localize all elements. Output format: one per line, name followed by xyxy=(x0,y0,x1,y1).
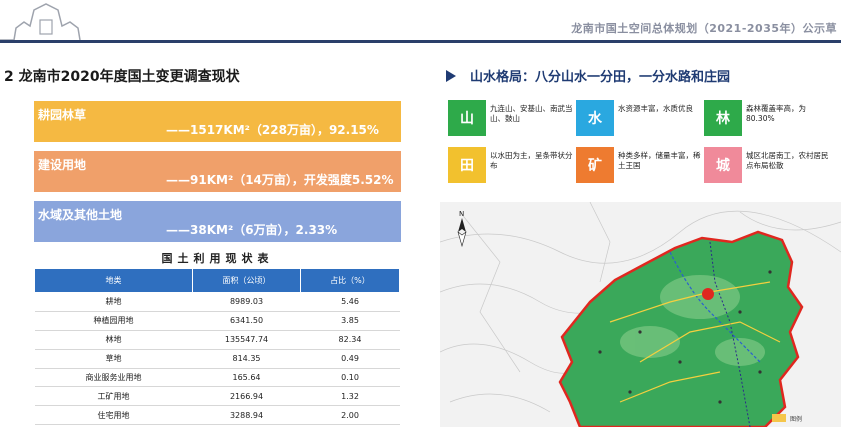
summary-band-agri: 耕园林草 ——1517KM²（228万亩），92.15% xyxy=(34,101,401,142)
city-center-marker[interactable] xyxy=(702,288,714,300)
band-label: 建设用地 xyxy=(38,158,87,172)
map-legend-text: 图例 xyxy=(790,415,802,423)
field-badge: 田 xyxy=(448,147,486,183)
table-row: 种植园用地 6341.50 3.85 xyxy=(34,311,400,331)
compass-label: N xyxy=(459,210,464,218)
table-cell: 6341.50 xyxy=(192,311,301,331)
city-badge: 城 xyxy=(704,147,742,183)
table-cell: 工矿用地 xyxy=(34,386,193,407)
table-cell: 耕地 xyxy=(34,292,193,312)
table-row: 草地 814.35 0.49 xyxy=(34,349,400,369)
table-cell: 165.64 xyxy=(192,368,301,388)
table-cell: 8989.03 xyxy=(192,292,301,312)
legend-item-city: 城 城区北居南工，农村居民点布局松散 xyxy=(704,147,834,183)
table-cell: 814.35 xyxy=(192,349,301,369)
summary-band-construction: 建设用地 ——91KM²（14万亩），开发强度5.52% xyxy=(34,151,401,192)
legend-text: 九连山、安基山、南武当山、鼓山 xyxy=(490,104,573,123)
county-map[interactable]: N 图例 xyxy=(440,202,841,427)
table-cell: 1.32 xyxy=(300,386,400,407)
table-header: 面积（公顷） xyxy=(192,268,301,293)
band-label: 耕园林草 xyxy=(38,108,87,122)
band-value: ——38KM²（6万亩），2.33% xyxy=(166,223,338,237)
legend-text: 森林覆盖率高，为80.30% xyxy=(746,104,806,123)
legend-item-water: 水 水资源丰富，水质优良 xyxy=(576,100,706,136)
landscape-pattern-text: 山水格局：八分山水一分田，一分水路和庄园 xyxy=(470,70,731,85)
table-row: 商业服务业用地 165.64 0.10 xyxy=(34,368,400,388)
forest-badge: 林 xyxy=(704,100,742,136)
summary-band-water: 水域及其他土地 ——38KM²（6万亩），2.33% xyxy=(34,201,401,242)
table-header: 地类 xyxy=(34,268,193,293)
plan-title: 龙南市国土空间总体规划（2021-2035年）公示草 xyxy=(571,22,837,35)
map-legend-swatch xyxy=(772,414,786,422)
table-row: 林地 135547.74 82.34 xyxy=(34,330,400,350)
page-header: 龙南市国土空间总体规划（2021-2035年）公示草 xyxy=(0,0,841,46)
table-cell: 82.34 xyxy=(300,330,400,350)
legend-item-mine: 矿 种类多样，储量丰富，稀土王国 xyxy=(576,147,706,183)
table-cell: 2.00 xyxy=(300,405,400,426)
header-divider xyxy=(0,40,841,43)
table-cell: 商业服务业用地 xyxy=(34,368,193,388)
table-title: 国土利用现状表 xyxy=(161,252,274,265)
legend-item-field: 田 以水田为主，呈条带状分布 xyxy=(448,147,578,183)
legend-text: 城区北居南工，农村居民点布局松散 xyxy=(746,151,829,170)
table-cell: 135547.74 xyxy=(192,330,301,350)
table-row: 耕地 8989.03 5.46 xyxy=(34,292,400,312)
mountain-badge: 山 xyxy=(448,100,486,136)
legend-text: 种类多样，储量丰富，稀土王国 xyxy=(618,151,701,170)
land-use-table: 地类 面积（公顷） 占比（%） 耕地 8989.03 5.46 种植园用地 6341.… xyxy=(34,268,400,426)
table-cell: 住宅用地 xyxy=(34,405,193,426)
table-cell: 3288.94 xyxy=(192,405,301,426)
table-cell: 草地 xyxy=(34,349,193,369)
table-cell: 0.10 xyxy=(300,368,400,388)
legend-item-forest: 林 森林覆盖率高，为80.30% xyxy=(704,100,834,136)
table-header: 占比（%） xyxy=(300,268,400,293)
mine-badge: 矿 xyxy=(576,147,614,183)
city-gate-logo xyxy=(0,3,81,41)
table-cell: 2166.94 xyxy=(192,386,301,407)
triangle-bullet-icon xyxy=(446,70,456,82)
table-cell: 0.49 xyxy=(300,349,400,369)
legend-item-mountain: 山 九连山、安基山、南武当山、鼓山 xyxy=(448,100,578,136)
landscape-pattern-title: 山水格局：八分山水一分田，一分水路和庄园 xyxy=(446,66,730,85)
legend-text: 以水田为主，呈条带状分布 xyxy=(490,151,573,170)
band-value: ——1517KM²（228万亩），92.15% xyxy=(166,123,379,137)
table-row: 工矿用地 2166.94 1.32 xyxy=(34,386,400,407)
band-label: 水域及其他土地 xyxy=(38,208,123,222)
water-badge: 水 xyxy=(576,100,614,136)
section-title: 2 龙南市2020年度国土变更调查现状 xyxy=(4,69,240,85)
band-value: ——91KM²（14万亩），开发强度5.52% xyxy=(166,173,394,187)
table-row: 住宅用地 3288.94 2.00 xyxy=(34,405,400,426)
table-cell: 5.46 xyxy=(300,292,400,312)
table-cell: 林地 xyxy=(34,330,193,350)
legend-text: 水资源丰富，水质优良 xyxy=(618,104,693,113)
table-cell: 3.85 xyxy=(300,311,400,331)
table-cell: 种植园用地 xyxy=(34,311,193,331)
